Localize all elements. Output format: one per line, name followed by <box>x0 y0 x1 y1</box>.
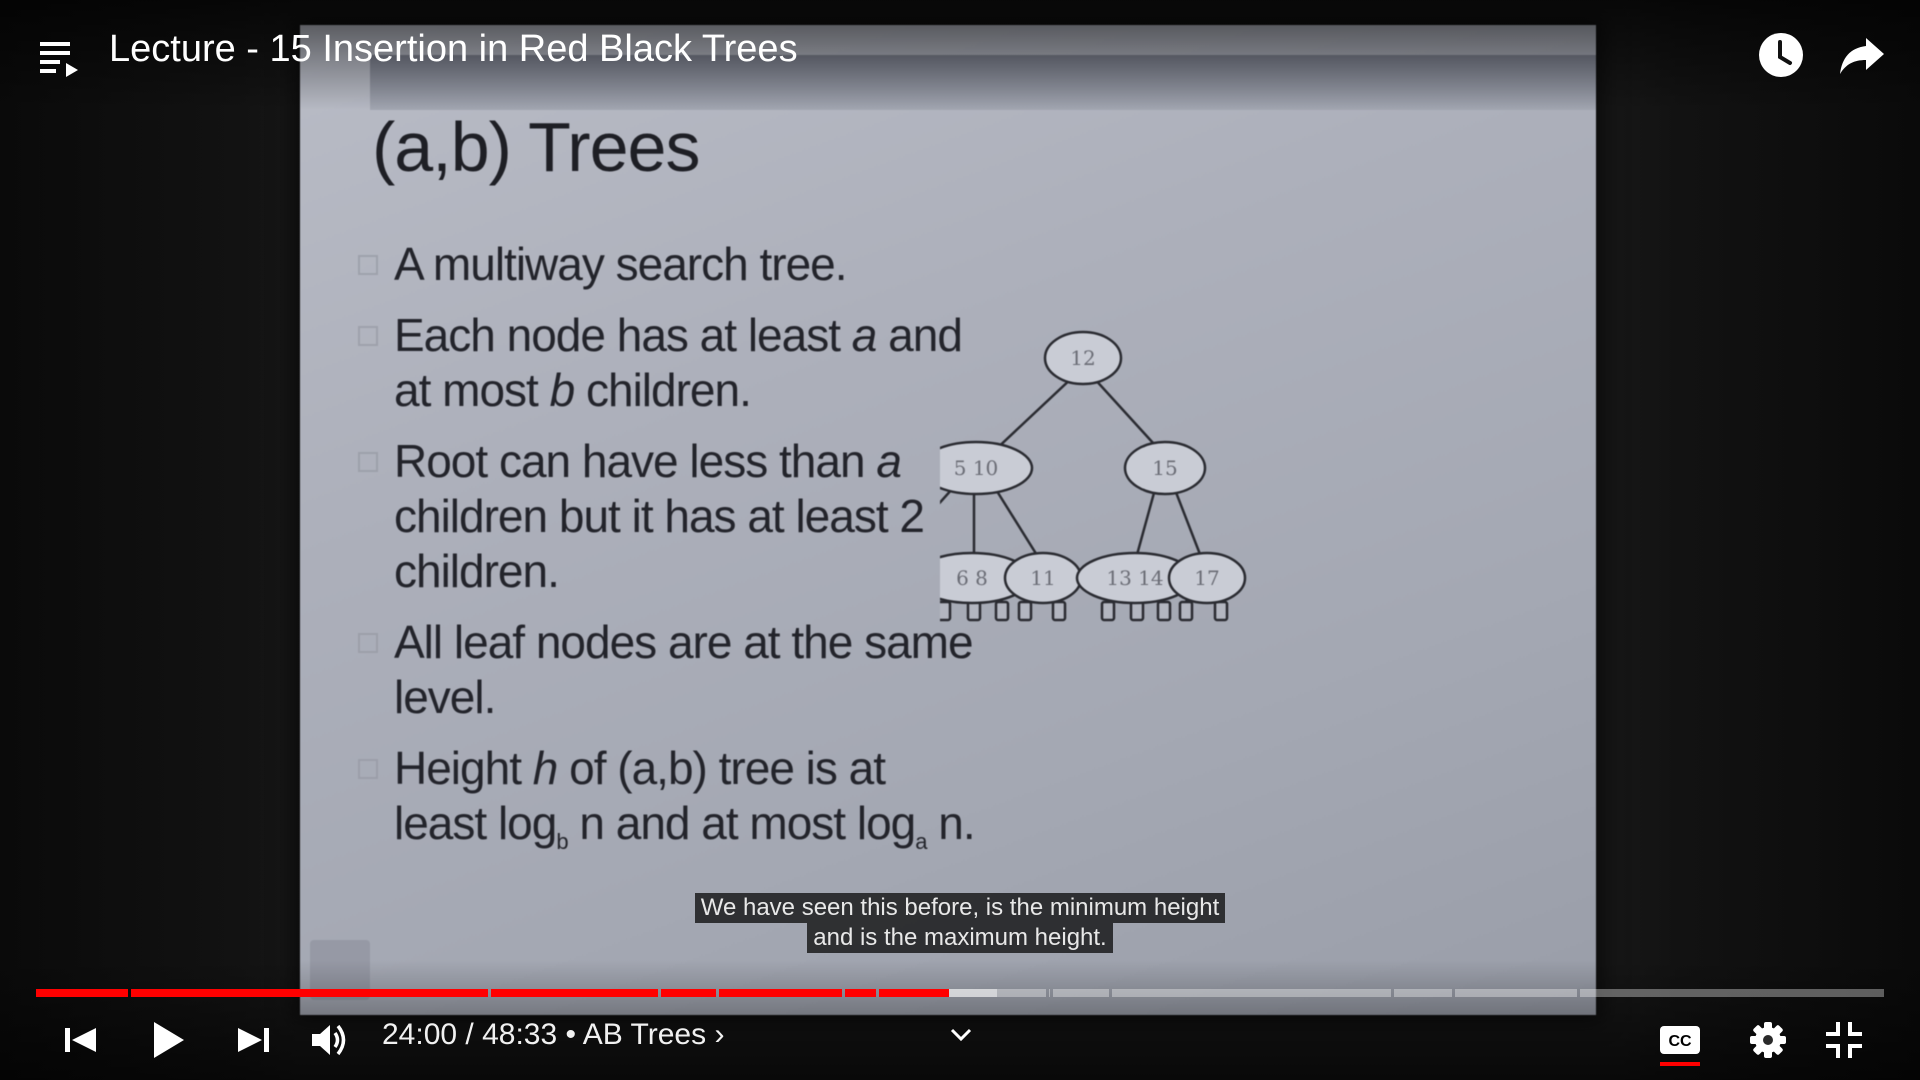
chapter-segment[interactable] <box>1049 989 1050 997</box>
captions-window: We have seen this before, is the minimum… <box>0 893 1920 953</box>
chapter-segment[interactable] <box>1455 989 1577 997</box>
video-title[interactable]: Lecture - 15 Insertion in Red Black Tree… <box>109 28 798 71</box>
bullet-text: Each node has at least <box>394 309 852 361</box>
player-top-bar: Lecture - 15 Insertion in Red Black Tree… <box>0 0 1920 110</box>
playlist-icon <box>40 42 78 77</box>
skip-previous-icon <box>65 1028 96 1052</box>
slide-bullet: Height h of (a,b) tree is at least logb … <box>358 741 984 869</box>
slide-title: (a,b) Trees <box>372 108 700 186</box>
bullet-text: n and at most log <box>567 797 916 849</box>
closed-captions-icon: CC <box>1660 1026 1700 1066</box>
chevron-down-icon <box>950 1028 972 1042</box>
bullet-text: n. <box>926 797 975 849</box>
bullet-text: Height <box>394 742 533 794</box>
tree-node-label: 17 <box>1194 566 1219 590</box>
bullet-text: children but it has at least 2 children. <box>394 490 925 597</box>
slide-bullet-list: A multiway search tree. Each node has at… <box>358 237 984 885</box>
chapter-segment[interactable] <box>1394 989 1452 997</box>
skip-next-icon <box>238 1028 269 1052</box>
caption-line: We have seen this before, is the minimum… <box>694 893 1226 923</box>
chevron-right-icon: › <box>714 1018 725 1051</box>
play-icon <box>154 1022 184 1058</box>
next-button[interactable] <box>226 1012 278 1068</box>
current-time: 24:00 <box>382 1018 458 1051</box>
mute-button[interactable] <box>304 1012 360 1068</box>
settings-button[interactable] <box>1740 1012 1796 1068</box>
lecture-slide: (a,b) Trees A multiway search tree. Each… <box>300 25 1596 1015</box>
bullet-var-h: h <box>532 742 559 794</box>
progress-bar[interactable] <box>36 989 1884 997</box>
chapter-separator: • <box>557 1018 583 1051</box>
play-button[interactable] <box>138 1012 198 1068</box>
bullet-var-b: b <box>549 364 576 416</box>
slide-bullet: Each node has at least a and at most b c… <box>358 308 984 418</box>
duration: 48:33 <box>482 1018 558 1051</box>
share-button[interactable] <box>1836 30 1888 80</box>
chapter-segment[interactable] <box>1112 989 1391 997</box>
chapter-segment[interactable] <box>1053 989 1109 997</box>
chapters-toggle[interactable] <box>944 1020 978 1050</box>
watch-later-button[interactable] <box>1756 30 1806 80</box>
tree-node-label: 13 14 <box>1106 566 1163 590</box>
slide-bullet: All leaf nodes are at the same level. <box>358 615 984 725</box>
tree-node-label: 12 <box>1070 346 1095 370</box>
slide-bullet: A multiway search tree. <box>358 237 984 292</box>
chapter-segment[interactable] <box>845 989 876 997</box>
share-icon <box>1840 38 1884 74</box>
subtitles-button[interactable]: CC <box>1656 1012 1706 1068</box>
clock-icon <box>1759 33 1803 77</box>
tree-node-label: 6 8 <box>956 566 988 590</box>
bullet-var-a: a <box>876 435 902 487</box>
svg-text:CC: CC <box>1668 1033 1692 1050</box>
bullet-var-a: a <box>851 309 878 361</box>
ab-tree-diagram: 12 5 10 15 3 4 6 8 11 13 14 17 <box>940 330 1247 622</box>
time-separator: / <box>457 1018 483 1051</box>
tree-node-label: 15 <box>1152 456 1177 480</box>
tree-edge <box>991 375 1075 454</box>
tree-node-label: 5 10 <box>954 456 999 480</box>
chapter-segment[interactable] <box>1580 989 1884 997</box>
bullet-text: Root can have less than <box>394 435 877 487</box>
bullet-text: All leaf nodes are at the same level. <box>394 616 974 723</box>
playlist-button[interactable] <box>36 34 82 80</box>
captions-active-indicator <box>1660 1062 1700 1066</box>
bullet-subscript: a <box>915 829 927 855</box>
exit-fullscreen-icon <box>1826 1022 1862 1058</box>
chapter-segment[interactable] <box>879 989 1046 997</box>
chapter-segment[interactable] <box>491 989 658 997</box>
chapter-segment[interactable] <box>131 989 488 997</box>
time-display: 24:00 / 48:33 • AB Trees › <box>382 1018 724 1052</box>
chapter-segment[interactable] <box>36 989 128 997</box>
bullet-subscript: b <box>556 829 568 855</box>
chapter-segment[interactable] <box>719 989 842 997</box>
tree-node-label: 11 <box>1030 566 1055 590</box>
caption-line: and is the maximum height. <box>807 923 1113 953</box>
chapter-title: AB Trees <box>582 1018 707 1051</box>
previous-button[interactable] <box>56 1012 108 1068</box>
bullet-text: A multiway search tree. <box>394 238 848 290</box>
volume-icon <box>312 1024 346 1056</box>
chapter-segment[interactable] <box>661 989 716 997</box>
slide-bullet: Root can have less than a children but i… <box>358 434 984 599</box>
chapter-title-button[interactable]: AB Trees › <box>583 1018 725 1051</box>
gear-icon <box>1750 1022 1786 1058</box>
bullet-text: children. <box>574 364 752 416</box>
exit-fullscreen-button[interactable] <box>1816 1012 1872 1068</box>
